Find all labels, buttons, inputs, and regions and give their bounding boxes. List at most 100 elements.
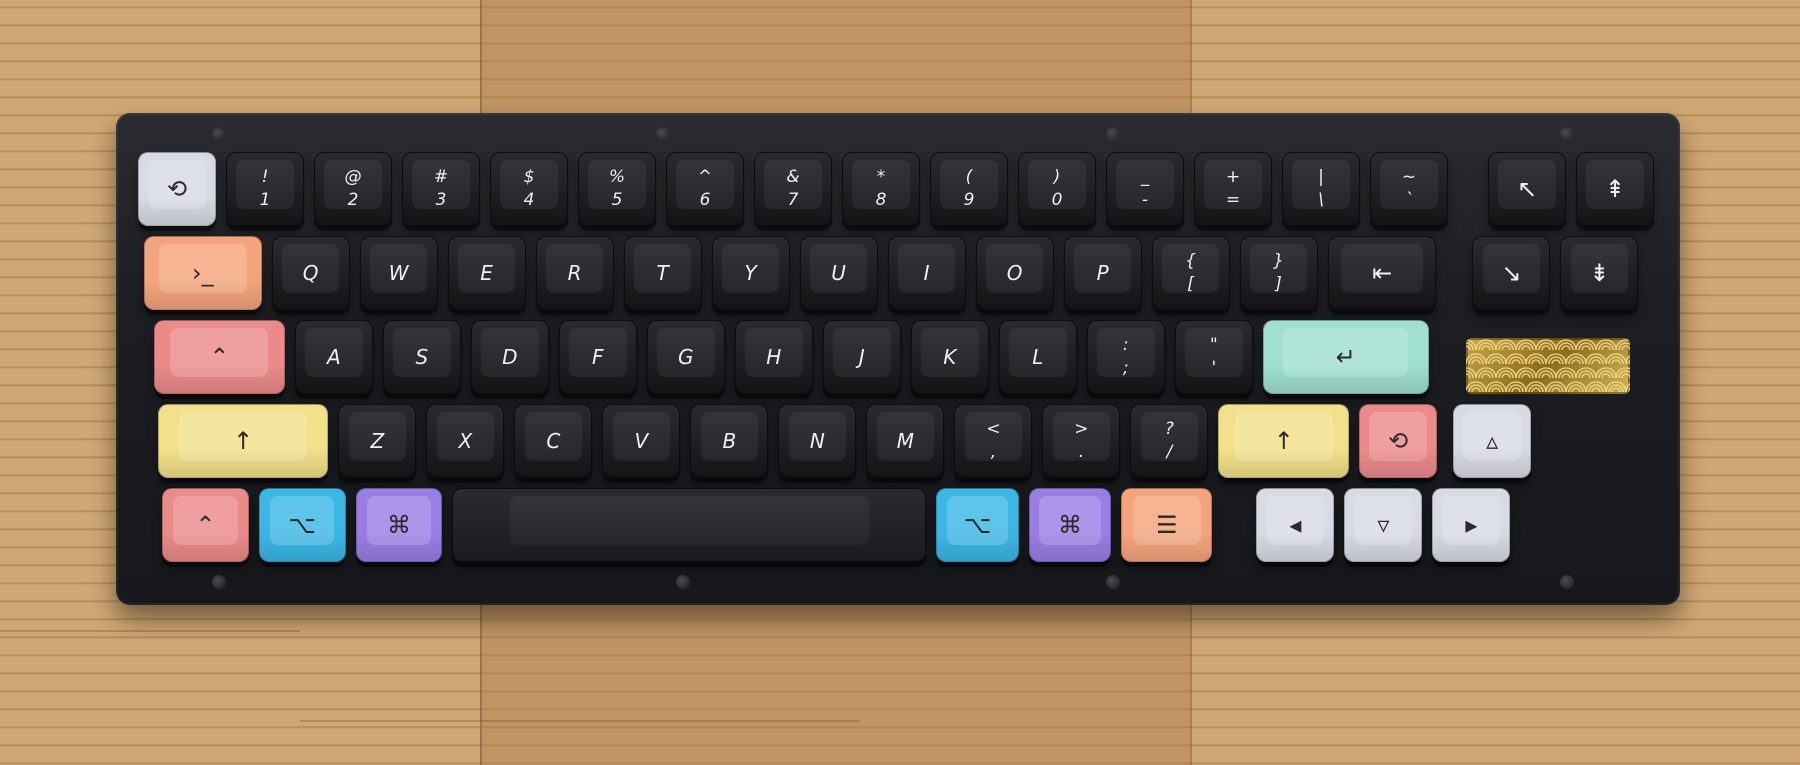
keycap-legend: " ' bbox=[1209, 335, 1218, 378]
return-icon: ↵ bbox=[1335, 343, 1356, 371]
control-icon: ⌃ bbox=[209, 343, 230, 371]
key-7[interactable]: & 7 bbox=[754, 152, 832, 226]
key-w[interactable]: W bbox=[359, 236, 438, 310]
keycap-legend: W bbox=[388, 261, 409, 285]
key-1[interactable]: ! 1 bbox=[226, 152, 304, 226]
key-4[interactable]: $ 4 bbox=[490, 152, 568, 226]
case-screw bbox=[1560, 575, 1574, 589]
key-2[interactable]: @ 2 bbox=[314, 152, 392, 226]
keycap-legend: Z bbox=[370, 429, 385, 453]
key-5[interactable]: % 5 bbox=[578, 152, 656, 226]
key-shift[interactable]: ↑ bbox=[1218, 404, 1350, 478]
key-m[interactable]: M bbox=[866, 404, 945, 478]
key-z[interactable]: Z bbox=[338, 404, 417, 478]
keycap-legend: R bbox=[567, 261, 582, 285]
case-screw bbox=[1106, 575, 1120, 589]
key-g[interactable]: G bbox=[646, 320, 725, 394]
key-k[interactable]: K bbox=[910, 320, 989, 394]
key-l[interactable]: L bbox=[998, 320, 1077, 394]
key-symbol[interactable]: > . bbox=[1042, 404, 1121, 478]
keycap-legend: B bbox=[722, 429, 737, 453]
key-d[interactable]: D bbox=[470, 320, 549, 394]
key-option[interactable]: ⌥ bbox=[258, 488, 346, 562]
key-r[interactable]: R bbox=[535, 236, 614, 310]
key-command[interactable]: ⌘ bbox=[355, 488, 443, 562]
key-symbol[interactable]: ~ ` bbox=[1370, 152, 1448, 226]
key-h[interactable]: H bbox=[734, 320, 813, 394]
key-page-up[interactable]: ⇞ bbox=[1576, 152, 1654, 226]
key-page-down[interactable]: ⇟ bbox=[1560, 236, 1639, 310]
key-arrow-down[interactable]: ▿ bbox=[1344, 488, 1423, 562]
key-p[interactable]: P bbox=[1063, 236, 1142, 310]
keycap-legend: D bbox=[502, 345, 518, 369]
keycap-legend: L bbox=[1032, 345, 1044, 369]
keycap-legend: ( 9 bbox=[963, 167, 975, 210]
keycap-legend: ? / bbox=[1164, 419, 1174, 462]
key-arrow-up[interactable]: ▵ bbox=[1453, 404, 1532, 478]
key-j[interactable]: J bbox=[822, 320, 901, 394]
key-arrow-right[interactable]: ▸ bbox=[1432, 488, 1511, 562]
key-9[interactable]: ( 9 bbox=[930, 152, 1008, 226]
key-return[interactable]: ↵ bbox=[1262, 320, 1429, 394]
keycap-legend: N bbox=[809, 429, 825, 453]
key-symbol[interactable]: " ' bbox=[1174, 320, 1253, 394]
keycap-legend: E bbox=[480, 261, 493, 285]
case-screw bbox=[1560, 127, 1574, 141]
key-8[interactable]: * 8 bbox=[842, 152, 920, 226]
key-arrow-down-right[interactable]: ↘ bbox=[1472, 236, 1551, 310]
key-6[interactable]: ^ 6 bbox=[666, 152, 744, 226]
keycap-legend: Q bbox=[302, 261, 319, 285]
key-symbol[interactable]: | \ bbox=[1282, 152, 1360, 226]
key-terminal[interactable]: ›_ bbox=[144, 236, 262, 310]
case-screw bbox=[212, 575, 226, 589]
key-f[interactable]: F bbox=[558, 320, 637, 394]
plank-seam bbox=[300, 720, 860, 722]
key-i[interactable]: I bbox=[887, 236, 966, 310]
key-t[interactable]: T bbox=[623, 236, 702, 310]
key-c[interactable]: C bbox=[514, 404, 593, 478]
shift-icon: ↑ bbox=[1273, 427, 1294, 455]
key-u[interactable]: U bbox=[799, 236, 878, 310]
key-3[interactable]: # 3 bbox=[402, 152, 480, 226]
key-q[interactable]: Q bbox=[271, 236, 350, 310]
key-symbol[interactable]: ? / bbox=[1130, 404, 1209, 478]
key-spacebar[interactable] bbox=[452, 488, 927, 562]
key-arrow-left[interactable]: ◂ bbox=[1256, 488, 1335, 562]
key-b[interactable]: B bbox=[690, 404, 769, 478]
key-e[interactable]: E bbox=[447, 236, 526, 310]
key-s[interactable]: S bbox=[382, 320, 461, 394]
key-control[interactable]: ⌃ bbox=[162, 488, 249, 562]
key-symbol[interactable]: } ] bbox=[1239, 236, 1318, 310]
case-screw bbox=[656, 127, 670, 141]
key-symbol[interactable]: : ; bbox=[1086, 320, 1165, 394]
keycap-legend: O bbox=[1006, 261, 1023, 285]
keycap-legend: % 5 bbox=[608, 167, 626, 210]
keycap-legend: C bbox=[546, 429, 561, 453]
key-x[interactable]: X bbox=[426, 404, 505, 478]
key-a[interactable]: A bbox=[294, 320, 373, 394]
key-command[interactable]: ⌘ bbox=[1028, 488, 1112, 562]
key-control[interactable]: ⌃ bbox=[154, 320, 285, 394]
key-menu[interactable]: ☰ bbox=[1121, 488, 1213, 562]
key-symbol[interactable]: _ - bbox=[1106, 152, 1184, 226]
key-shift[interactable]: ↑ bbox=[158, 404, 329, 478]
key-n[interactable]: N bbox=[778, 404, 857, 478]
key-v[interactable]: V bbox=[602, 404, 681, 478]
page-up-icon: ⇞ bbox=[1604, 175, 1626, 203]
key-backspace[interactable]: ⇤ bbox=[1327, 236, 1437, 310]
key-symbol[interactable]: < , bbox=[954, 404, 1033, 478]
key-o[interactable]: O bbox=[975, 236, 1054, 310]
arrow-left-icon: ◂ bbox=[1289, 511, 1302, 539]
wave-badge bbox=[1466, 338, 1630, 394]
keycap-legend: ! 1 bbox=[259, 167, 271, 210]
key-reset[interactable]: ⟲ bbox=[1359, 404, 1438, 478]
key-symbol[interactable]: + = bbox=[1194, 152, 1272, 226]
key-0[interactable]: ) 0 bbox=[1018, 152, 1096, 226]
key-option[interactable]: ⌥ bbox=[936, 488, 1019, 562]
key-reset[interactable]: ⟲ bbox=[138, 152, 216, 226]
key-symbol[interactable]: { [ bbox=[1151, 236, 1230, 310]
key-arrow-up-left[interactable]: ↖ bbox=[1488, 152, 1566, 226]
key-y[interactable]: Y bbox=[711, 236, 790, 310]
keycap-legend: @ 2 bbox=[344, 167, 362, 210]
keycap-legend: T bbox=[656, 261, 669, 285]
